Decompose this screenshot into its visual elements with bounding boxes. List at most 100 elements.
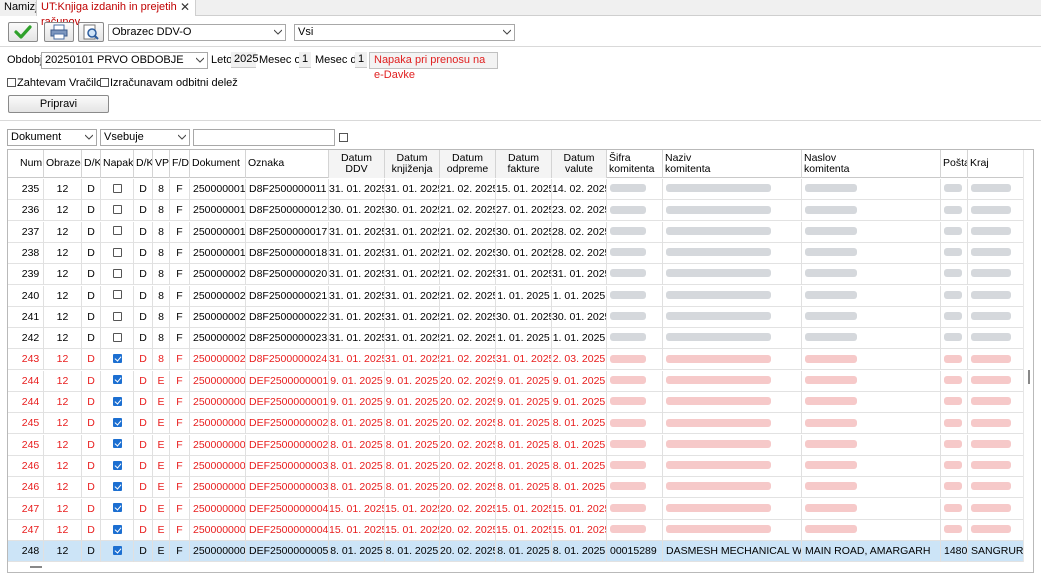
scroll-thumb[interactable] [30,566,42,568]
cell-d2: 8. 01. 2025 [385,541,440,563]
odbitni-checkbox[interactable] [100,78,109,87]
napaka-checkbox[interactable] [112,205,122,215]
col-oznaka[interactable]: Oznaka [246,150,329,178]
col-datum-knjizenja[interactable]: Datum knjiženja [385,150,440,178]
redacted-text [610,226,646,235]
vracilo-checkbox[interactable] [7,78,16,87]
prepare-button[interactable]: Pripravi [8,95,109,113]
napaka-checkbox[interactable] [112,524,122,534]
redacted-text [971,461,1011,470]
napaka-checkbox[interactable] [112,226,122,236]
table-row[interactable]: 245 12 D D E F 2500000002 DEF2500000002 8. 01. 2… [8,434,1025,456]
horizontal-scrollbar[interactable] [8,562,1025,572]
table-row[interactable]: 240 12 D D 8 F 2500000021 D8F2500000021 31. 01. … [8,285,1025,307]
month-from-input[interactable]: 1 [299,52,311,68]
cell-dk2: D [134,349,153,371]
table-row[interactable]: 247 12 D D E F 2500000004 DEF2500000004 15. 01. … [8,519,1025,541]
napaka-checkbox[interactable] [112,418,122,428]
year-input[interactable]: 2025 [231,52,258,68]
napaka-checkbox[interactable] [112,545,122,555]
cell-d5: 8. 01. 2025 [552,541,607,563]
edavke-error-button[interactable]: Napaka pri prenosu na e-Davke [369,52,498,81]
napaka-checkbox[interactable] [112,268,122,278]
table-row[interactable]: 246 12 D D E F 2500000003 DEF2500000003 8. 01. 2… [8,455,1025,477]
napaka-checkbox[interactable] [112,396,122,406]
napaka-checkbox[interactable] [112,503,122,513]
napaka-checkbox[interactable] [112,332,122,342]
chevron-down-icon [274,29,282,35]
confirm-button[interactable] [8,22,38,42]
table-row[interactable]: 244 12 D D E F 2500000001 DEF2500000001 9. 01. 2… [8,370,1025,392]
table-row[interactable]: 239 12 D D 8 F 2500000020 D8F2500000020 31. 01. … [8,264,1025,286]
col-obrazec[interactable]: Obrazec [44,150,82,178]
filter-value-input[interactable] [193,129,335,146]
table-row[interactable]: 244 12 D D E F 2500000001 DEF2500000001 9. 01. 2… [8,392,1025,413]
col-sifra[interactable]: Šifra komitenta [607,150,663,178]
month-to-input[interactable]: 1 [355,52,367,68]
table-row[interactable]: 246 12 D D E F 2500000003 DEF2500000003 8. 01. 2… [8,477,1025,499]
napaka-checkbox[interactable] [112,247,122,257]
filter-select[interactable]: Vsi [294,24,515,41]
cell-d2: 31. 01. 2025 [385,221,440,243]
cell-d4: 8. 01. 2025 [496,477,552,499]
napaka-checkbox[interactable] [112,183,122,193]
close-tab-icon[interactable]: ✕ [180,0,190,15]
col-datum-fakture[interactable]: Datum fakture [496,150,552,178]
napaka-checkbox[interactable] [112,311,122,321]
table-row[interactable]: 238 12 D D 8 F 2500000018 D8F2500000018 31. 01. … [8,242,1025,264]
cell-doc: 2500000002 [190,434,246,456]
preview-button[interactable] [78,22,104,42]
table-row[interactable]: 236 12 D D 8 F 2500000012 D8F2500000012 30. 01. … [8,200,1025,222]
col-naziv[interactable]: Naziv komitenta [663,150,802,178]
table-row[interactable]: 248 12 D D E F 2500000005 DEF2500000005 8. 01. 2… [8,541,1025,563]
col-fd[interactable]: F/D [170,150,190,178]
col-datum-valute[interactable]: Datum valute [552,150,607,178]
col-datum-odpreme[interactable]: Datum odpreme [440,150,496,178]
col-naslov[interactable]: Naslov komitenta [802,150,941,178]
table-row[interactable]: 237 12 D D 8 F 2500000017 D8F2500000017 31. 01. … [8,221,1025,243]
filter-field-select[interactable]: Dokument [7,129,97,146]
filter-operator-select[interactable]: Vsebuje [100,129,190,146]
print-button[interactable] [44,22,74,42]
col-vp[interactable]: VP [153,150,170,178]
filter-checkbox[interactable] [339,133,348,142]
cell-ozn: DEF2500000003 [246,477,329,499]
cell-err [101,285,134,307]
col-dokument[interactable]: Dokument [190,150,246,178]
cell-fd: F [170,519,190,541]
col-dk[interactable]: D/K [82,150,101,178]
redacted-text [610,290,646,299]
napaka-checkbox[interactable] [112,290,122,300]
table-row[interactable]: 247 12 D D E F 2500000004 DEF2500000004 15. 01. … [8,498,1025,520]
napaka-checkbox[interactable] [112,439,122,449]
col-posta[interactable]: Pošta [941,150,968,178]
table-row[interactable]: 243 12 D D 8 F 2500000024 D8F2500000024 31. 01. … [8,349,1025,371]
cell-dk: D [82,264,101,286]
table-row[interactable]: 241 12 D D 8 F 2500000022 D8F2500000022 31. 01. … [8,306,1025,328]
col-dk-2[interactable]: D/K [134,150,153,178]
cell-dk2: D [134,221,153,243]
table-row[interactable]: 245 12 D D E F 2500000002 DEF2500000002 8. 01. 2… [8,413,1025,435]
cell-d4: 15. 01. 2025 [496,519,552,541]
col-num[interactable]: Num [18,150,44,178]
cell-d1: 9. 01. 2025 [329,392,385,413]
cell-err [101,328,134,350]
cell-obr: 12 [44,328,82,350]
tab-knjiga-racunov[interactable]: UT:Knjiga izdanih in prejetih računov ✕ [36,0,196,28]
napaka-checkbox[interactable] [112,354,122,364]
scroll-thumb[interactable] [1028,370,1030,384]
napaka-checkbox[interactable] [112,481,122,491]
cell-naslov [802,519,941,541]
tab-namizje[interactable]: Namizje [0,0,44,16]
vertical-scrollbar[interactable] [1023,150,1033,572]
table-row[interactable]: 235 12 D D 8 F 2500000011 D8F2500000011 31. 01. … [8,179,1025,200]
col-kraj[interactable]: Kraj [968,150,1025,178]
period-select[interactable]: 20250101 PRVO OBDOBJE [41,52,208,69]
year-label: Leto [211,54,233,66]
col-datum-ddv[interactable]: Datum DDV [329,150,385,178]
form-select[interactable]: Obrazec DDV-O [108,24,286,41]
table-row[interactable]: 242 12 D D 8 F 2500000023 D8F2500000023 31. 01. … [8,328,1025,350]
napaka-checkbox[interactable] [112,375,122,385]
col-napaka[interactable]: Napaka [101,150,134,178]
napaka-checkbox[interactable] [112,460,122,470]
